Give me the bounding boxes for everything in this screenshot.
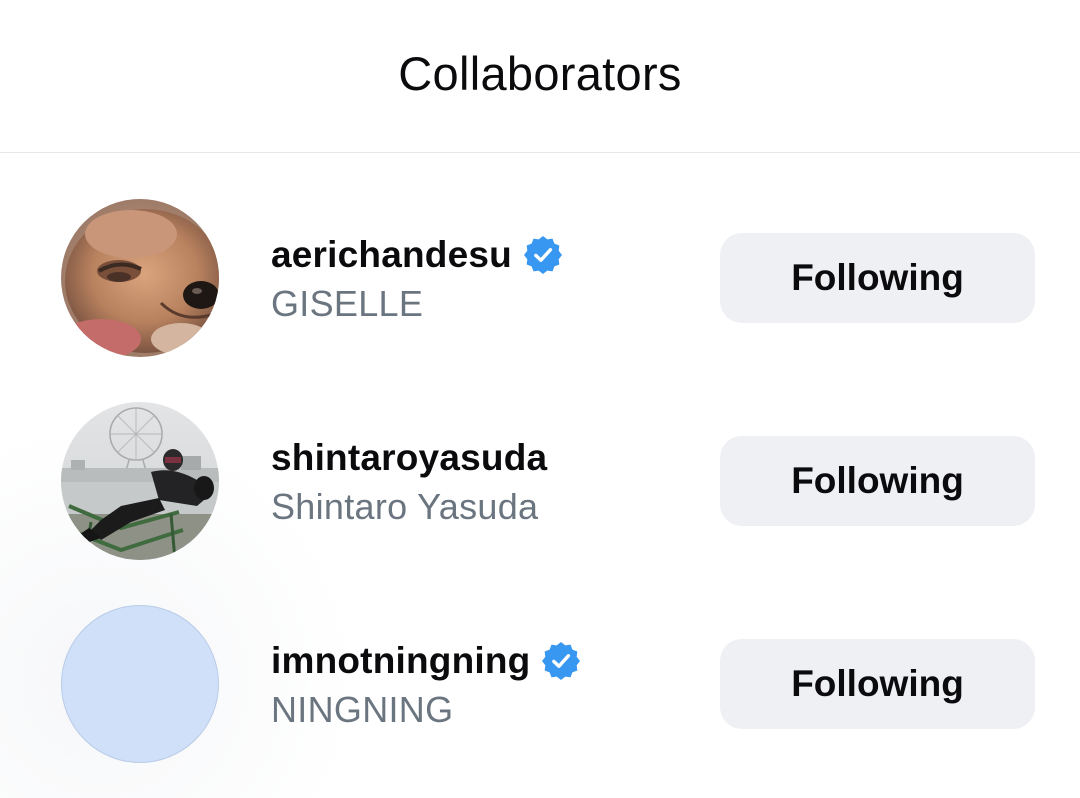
following-button[interactable]: Following (720, 436, 1035, 526)
collaborator-text: imnotningning NINGNING (271, 639, 581, 731)
collaborator-row[interactable]: aerichandesu GISELLE Following (0, 199, 1080, 359)
display-name: NINGNING (271, 689, 454, 730)
verified-badge-icon (542, 642, 581, 680)
collaborators-sheet: Collaborators aerichandesu GISELLE Follo… (0, 0, 1080, 798)
collaborator-text: shintaroyasuda Shintaro Yasuda (271, 436, 547, 528)
avatar[interactable] (61, 199, 219, 357)
username[interactable]: imnotningning (271, 640, 530, 682)
username[interactable]: shintaroyasuda (271, 437, 547, 479)
username[interactable]: aerichandesu (271, 234, 512, 276)
chihuahua-avatar-image (61, 199, 219, 357)
following-button[interactable]: Following (720, 233, 1035, 323)
username-line: aerichandesu (271, 233, 562, 277)
collaborator-text: aerichandesu GISELLE (271, 233, 562, 325)
username-line: imnotningning (271, 639, 581, 683)
username-line: shintaroyasuda (271, 436, 547, 480)
sheet-title: Collaborators (398, 47, 682, 100)
display-name: GISELLE (271, 283, 424, 324)
person-on-bench-avatar-image (61, 402, 219, 560)
avatar[interactable] (61, 605, 219, 763)
following-button[interactable]: Following (720, 639, 1035, 729)
display-name: Shintaro Yasuda (271, 486, 539, 527)
collaborator-row[interactable]: imnotningning NINGNING Following (0, 605, 1080, 765)
verified-badge-icon (523, 236, 562, 274)
avatar[interactable] (61, 402, 219, 560)
sheet-header: Collaborators (0, 0, 1080, 153)
collaborator-row[interactable]: shintaroyasuda Shintaro Yasuda Following (0, 402, 1080, 562)
